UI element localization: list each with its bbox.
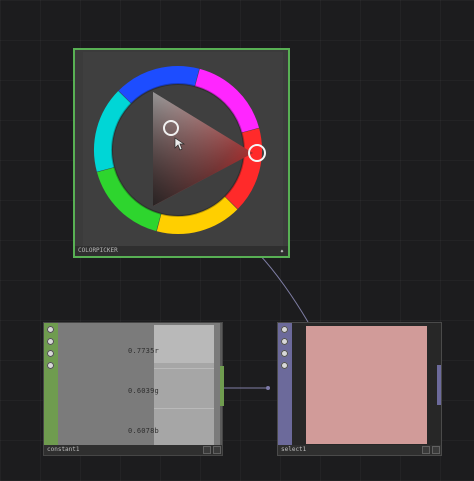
constant-g-value: 0.6039g: [128, 387, 159, 395]
plus-icon[interactable]: ✦: [278, 247, 286, 255]
colorpicker-title: COLORPICKER: [75, 246, 288, 256]
constant-node[interactable]: 0.7735r 0.6039g 0.6078b constant1: [43, 322, 224, 456]
picker-to-select-wire: [254, 249, 309, 323]
select-pin-icon[interactable]: [281, 338, 288, 345]
select-wire-icon[interactable]: [281, 350, 288, 357]
colorpicker-node[interactable]: COLORPICKER ✦: [73, 48, 290, 258]
color-wheel-canvas[interactable]: [83, 52, 283, 248]
constant-b-value: 0.6078b: [128, 427, 159, 435]
constant-output-port[interactable]: [220, 366, 224, 406]
constant-r-value: 0.7735r: [128, 347, 159, 355]
constant-corner-button[interactable]: [203, 446, 211, 454]
constant-corner-button[interactable]: [213, 446, 221, 454]
constant-viewer[interactable]: 0.7735r 0.6039g 0.6078b: [58, 323, 220, 447]
select-output-port[interactable]: [437, 365, 441, 405]
constant-lock-icon[interactable]: [47, 362, 54, 369]
select-color-preview: [306, 326, 427, 444]
select-sidebar: [278, 323, 292, 447]
constant-top-panel: [154, 325, 214, 363]
constant-sidebar: [44, 323, 58, 447]
select-corner-button[interactable]: [432, 446, 440, 454]
select-node[interactable]: select1: [277, 322, 442, 456]
select-view-icon[interactable]: [281, 326, 288, 333]
select-corner-button[interactable]: [422, 446, 430, 454]
color-wheel[interactable]: [83, 52, 283, 248]
constant-pin-icon[interactable]: [47, 338, 54, 345]
constant-title: constant1: [44, 445, 222, 455]
select-title: select1: [278, 445, 441, 455]
constant-view-icon[interactable]: [47, 326, 54, 333]
select-lock-icon[interactable]: [281, 362, 288, 369]
divider-line: [154, 368, 214, 369]
divider-line: [154, 408, 214, 409]
wire-junction-dot: [266, 386, 270, 390]
constant-wire-icon[interactable]: [47, 350, 54, 357]
